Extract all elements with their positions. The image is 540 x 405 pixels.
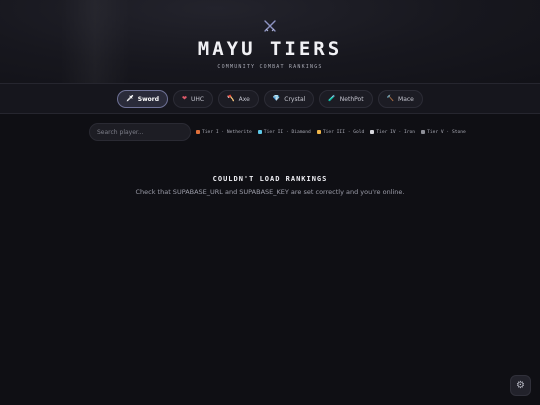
mace-icon: 🔨 [386, 95, 395, 102]
tab-label: NethPot [339, 95, 364, 103]
site-subtitle: Community Combat Rankings [217, 64, 323, 70]
tier-1-swatch [196, 130, 200, 134]
gamemode-tabs: 🗡 Sword ❤ UHC 🪓 Axe 💎 Crystal 🧪 NethPot … [0, 90, 540, 108]
crystal-icon: 💎 [272, 95, 281, 102]
legend-label: Tier II · Diamond [263, 129, 311, 135]
axe-icon: 🪓 [227, 95, 235, 102]
legend-item-tier-2: Tier II · Diamond [257, 129, 311, 135]
ranking-controls: Tier I · Netherite Tier II · Diamond Tie… [89, 123, 466, 141]
sword-icon: 🗡 [126, 95, 134, 102]
tab-label: Crystal [284, 95, 306, 103]
error-message: Check that SUPABASE_URL and SUPABASE_KEY… [135, 188, 405, 196]
tab-nethpot[interactable]: 🧪 NethPot [319, 90, 373, 108]
search-input[interactable] [89, 123, 191, 141]
legend-label: Tier IV · Iron [376, 129, 416, 135]
tier-4-swatch [370, 130, 375, 134]
tier-5-swatch [421, 130, 426, 134]
gamemode-nav: 🗡 Sword ❤ UHC 🪓 Axe 💎 Crystal 🧪 NethPot … [0, 83, 540, 114]
legend-label: Tier I · Netherite [202, 129, 252, 135]
legend-item-tier-4: Tier IV · Iron [370, 130, 415, 135]
site-title: Mayu Tiers [197, 38, 343, 60]
gear-icon: ⚙ [516, 380, 525, 391]
legend-label: Tier V · Stone [427, 129, 466, 135]
legend-item-tier-1: Tier I · Netherite [196, 130, 252, 135]
hero-header: Mayu Tiers Community Combat Rankings [0, 0, 540, 83]
tab-label: Axe [238, 95, 250, 103]
tab-sword[interactable]: 🗡 Sword [117, 90, 168, 108]
tier-3-swatch [316, 130, 321, 134]
heart-icon: ❤ [182, 95, 188, 102]
potion-icon: 🧪 [328, 95, 336, 102]
tier-2-swatch [257, 130, 262, 134]
crossed-swords-icon [262, 18, 278, 34]
tab-label: Mace [398, 95, 414, 103]
legend-label: Tier III · Gold [322, 129, 365, 135]
legend-item-tier-3: Tier III · Gold [316, 129, 365, 135]
tab-label: Sword [137, 95, 159, 103]
tab-mace[interactable]: 🔨 Mace [377, 90, 423, 108]
error-title: Couldn't load rankings [212, 175, 328, 183]
tier-legend: Tier I · Netherite Tier II · Diamond Tie… [196, 130, 466, 135]
settings-button[interactable]: ⚙ [510, 375, 531, 396]
tab-label: UHC [191, 95, 205, 103]
tab-uhc[interactable]: ❤ UHC [173, 90, 214, 108]
legend-item-tier-5: Tier V · Stone [421, 130, 466, 135]
tab-crystal[interactable]: 💎 Crystal [263, 90, 315, 108]
tab-axe[interactable]: 🪓 Axe [218, 90, 259, 108]
